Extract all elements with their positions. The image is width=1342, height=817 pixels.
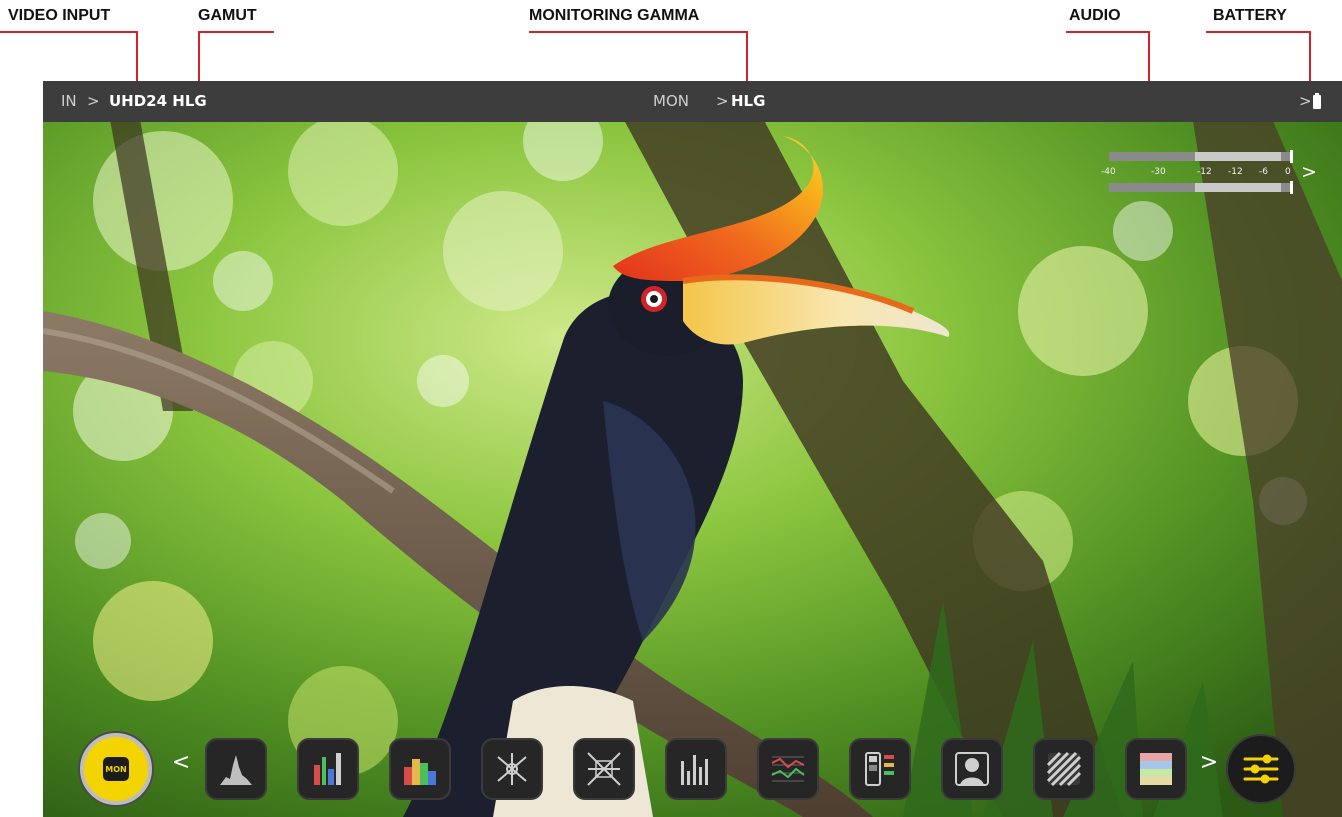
monitoring-gamma-value[interactable]: HLG — [731, 92, 765, 110]
skin-tone-tool-button[interactable] — [941, 738, 1003, 800]
color-bars-tool-button[interactable] — [1125, 738, 1187, 800]
audio-scale-tick: -40 — [1101, 167, 1116, 177]
false-color-icon — [865, 752, 894, 786]
vectorscope-zoom-tool-button[interactable] — [573, 738, 635, 800]
toolbar-next-chevron[interactable]: > — [1199, 750, 1219, 775]
waveform-rgb-tool-button[interactable] — [389, 738, 451, 800]
audio-scale-tick: -6 — [1259, 167, 1268, 177]
histogram-icon — [220, 755, 252, 785]
luma-parade-tool-button[interactable] — [665, 738, 727, 800]
waveform-grid-icon — [771, 756, 805, 782]
audio-scale-tick: 0 — [1285, 167, 1291, 177]
waveform-grid-tool-button[interactable] — [757, 738, 819, 800]
zebra-icon — [1046, 751, 1082, 787]
settings-button[interactable] — [1226, 734, 1296, 804]
battery-icon[interactable] — [1313, 95, 1321, 109]
mon-arrow: > — [716, 92, 729, 110]
zebra-tool-button[interactable] — [1033, 738, 1095, 800]
audio-scale-tick: -30 — [1151, 167, 1166, 177]
status-bar: IN > UHD24 HLG MON > HLG > — [43, 81, 1342, 122]
input-label: IN — [61, 92, 77, 110]
color-bars-icon — [1140, 753, 1172, 785]
vectorscope-tool-button[interactable] — [481, 738, 543, 800]
sliders-icon — [1243, 754, 1279, 784]
video-input-value[interactable]: UHD24 HLG — [109, 92, 207, 110]
audio-level-bar-2 — [1109, 181, 1293, 194]
audio-scale-tick: -12 — [1197, 167, 1212, 177]
waveform-rgb-icon — [404, 759, 436, 785]
monitor-mode-button[interactable]: MON — [80, 733, 152, 805]
mon-label: MON — [653, 92, 689, 110]
callout-audio-label: AUDIO — [1069, 7, 1121, 24]
battery-arrow: > — [1299, 92, 1312, 110]
callout-monitoring-gamma-label: MONITORING GAMMA — [529, 7, 700, 24]
input-arrow: > — [87, 92, 100, 110]
skin-tone-icon — [955, 752, 989, 786]
audio-scale-tick: -12 — [1228, 167, 1243, 177]
audio-expand-chevron[interactable]: > — [1301, 161, 1317, 183]
callout-video-input-label: VIDEO INPUT — [8, 7, 111, 24]
vectorscope-icon — [497, 753, 527, 785]
vectorscope-zoom-icon — [587, 752, 621, 786]
mon-mode-label: MON — [103, 757, 129, 781]
monitor-screen: IN > UHD24 HLG MON > HLG > -40 -30 -12 -… — [43, 81, 1342, 817]
toolbar-prev-chevron[interactable]: < — [171, 750, 191, 775]
rgb-parade-icon — [314, 753, 341, 785]
histogram-tool-button[interactable] — [205, 738, 267, 800]
callout-gamut-label: GAMUT — [198, 7, 257, 24]
luma-parade-icon — [681, 755, 708, 785]
callout-battery-label: BATTERY — [1213, 7, 1287, 24]
audio-meter[interactable]: -40 -30 -12 -12 -6 0 > — [1101, 150, 1319, 196]
rgb-parade-tool-button[interactable] — [297, 738, 359, 800]
false-color-tool-button[interactable] — [849, 738, 911, 800]
audio-level-bar-1 — [1109, 150, 1293, 163]
